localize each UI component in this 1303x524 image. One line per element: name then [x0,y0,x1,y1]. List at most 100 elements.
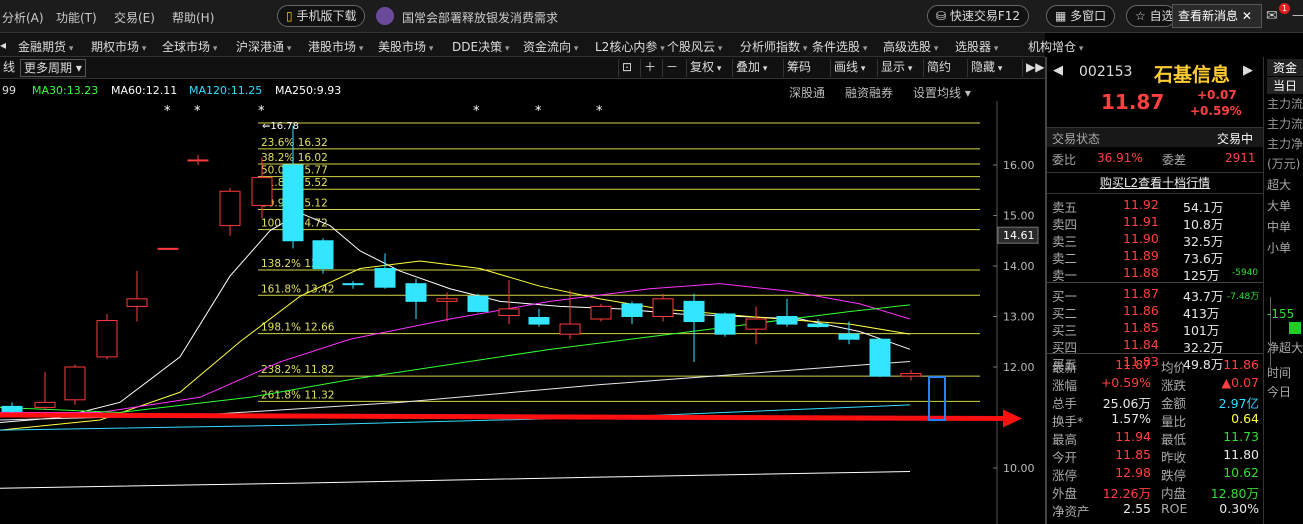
candle-body [1,405,23,412]
candle-body [683,300,705,323]
news-headline[interactable]: 国常会部署释放银发消费需求 [402,9,558,26]
candle-body [312,240,334,270]
multi-window-button[interactable]: ▦ 多窗口 [1046,5,1116,27]
dropdown-arrow-icon: ▾ [800,44,808,54]
fund-flow-item-4: 主力净 [1267,137,1303,151]
more-period-dropdown[interactable]: 更多周期 ▾ [20,59,86,77]
level-price: 11.91 [1123,214,1159,229]
fund-flow-item-0[interactable]: 资金 [1267,59,1303,76]
candle-body [807,323,829,328]
lock-icon[interactable]: ⊡ [618,59,635,77]
nav-item-13[interactable]: 选股器 ▾ [955,38,998,55]
nav-item-7[interactable]: 资金流向 ▾ [523,38,578,55]
nav-item-10[interactable]: 分析师指数 ▾ [740,38,807,55]
dropdown-arrow-icon: ▾ [571,44,579,54]
shenzhen-connect-link[interactable]: 深股通 [789,84,825,101]
trade-status-label: 交易状态 [1052,132,1101,146]
toolbar-button-0[interactable]: 复权 ▾ [686,59,724,77]
nav-item-2[interactable]: 全球市场 ▾ [162,38,217,55]
order-diff-value: 2911 [1225,151,1256,165]
quote-label: 金额 [1161,396,1187,411]
menu-function[interactable]: 功能(T) [56,9,97,26]
nav-item-label: L2核心内参 [595,40,658,54]
candle-body [251,177,273,206]
toolbar-button-2[interactable]: 筹码 [783,59,814,77]
nav-item-11[interactable]: 条件选股 ▾ [812,38,867,55]
mail-badge: 1 [1279,3,1290,14]
margin-trading-link[interactable]: 融资融券 [845,84,893,101]
zoom-in-icon[interactable]: ＋ [640,59,659,77]
nav-item-label: 期权市场 [91,40,140,54]
nav-partial-icon[interactable]: ◂ [0,38,6,52]
quick-trade-button[interactable]: ⛁ 快速交易F12 [927,5,1030,27]
mobile-download-button[interactable]: ▯ 手机版下载 [277,5,366,27]
signal-star-icon: * [194,104,201,119]
nav-item-6[interactable]: DDE决策 ▾ [452,38,509,55]
nav-item-12[interactable]: 高级选股 ▾ [883,38,938,55]
mail-icon[interactable]: ✉ [1266,8,1278,24]
window-icon: ▦ [1055,9,1067,23]
fund-flow-item-7: 大单 [1267,199,1292,213]
toolbar-button-3[interactable]: 画线 ▾ [830,59,868,77]
ma-settings-label: 设置均线 [913,86,962,100]
quote-label: ROE [1161,501,1188,516]
nav-item-5[interactable]: 美股市场 ▾ [378,38,433,55]
quote-label: 外盘 [1052,486,1078,501]
quote-label: 涨幅 [1052,378,1078,393]
toolbar-button-6[interactable]: 隐藏 ▾ [967,59,1005,77]
fund-flow-item-1[interactable]: 当日 [1267,77,1303,94]
nav-item-14[interactable]: 机构增仓 ▾ [1028,38,1083,55]
nav-item-0[interactable]: 金融期货 ▾ [18,38,73,55]
collapse-right-icon[interactable]: ▶▶ [1022,59,1047,77]
toolbar-button-1[interactable]: 叠加 ▾ [732,59,770,77]
quote-value: 12.80万 [1210,486,1259,501]
fund-flow-item-2: 主力流 [1267,97,1303,111]
y-tick-label: 15.00 [1003,210,1035,223]
nav-item-3[interactable]: 沪深港通 ▾ [236,38,291,55]
nav-item-8[interactable]: L2核心内参 ▾ [595,38,665,55]
menu-analysis[interactable]: 分析(A) [2,9,44,26]
toolbar-button-4[interactable]: 显示 ▾ [877,59,915,77]
self-select-button[interactable]: ☆ 自选 [1126,5,1176,27]
period-line-button[interactable]: 线 [0,59,18,77]
minimize-icon[interactable]: — [1292,8,1303,22]
new-message-popup[interactable]: 查看新消息 ✕ [1172,4,1262,28]
ma-prefix: 99 [2,84,16,97]
menu-trade[interactable]: 交易(E) [114,9,155,26]
quote-value: ▲0.07 [1221,375,1259,390]
zoom-out-icon[interactable]: － [662,59,681,77]
nav-item-1[interactable]: 期权市场 ▾ [91,38,146,55]
menu-help[interactable]: 帮助(H) [172,9,214,26]
buy-l2-link[interactable]: 购买L2查看十档行情 [1047,172,1263,194]
quote-row: 最新 11.87 均价 11.86 [1047,357,1263,376]
close-icon[interactable]: ✕ [1242,9,1252,23]
dropdown-arrow-icon: ▾ [210,44,218,54]
fund-flow-item-3: 主力流 [1267,117,1303,131]
candle-body [869,338,891,377]
toolbar-button-5[interactable]: 简约 [923,59,954,77]
fund-flow-item-9: 小单 [1267,241,1292,255]
nav-item-4[interactable]: 港股市场 ▾ [308,38,363,55]
fund-flow-bar [1289,322,1301,334]
fund-flow-panel: 资金 当日 主力流 主力流 主力净 (万元) 超大 大单 中单 小单 -155 净超大 时间 今日 [1263,57,1303,524]
dropdown-arrow-icon: ▾ [139,44,147,54]
ma-settings-link[interactable]: 设置均线 ▾ [913,84,971,101]
mobile-download-label: 手机版下载 [296,9,357,23]
stock-code: 002153 [1079,64,1133,80]
signal-star-icon: * [596,104,603,119]
candle-body [714,313,736,335]
multi-window-label: 多窗口 [1070,9,1107,23]
ma250-line [0,471,911,489]
ma120-label: MA120:11.25 [189,84,263,97]
nav-item-9[interactable]: 个股风云 ▾ [667,38,722,55]
candle-body [374,268,396,288]
fund-flow-item-13: 今日 [1267,385,1292,399]
candle-body [590,305,612,320]
level-price: 11.87 [1123,286,1159,301]
kline-chart[interactable]: 16.00 15.00 14.00 13.00 12.00 10.00 14.61 23.6%… [0,101,1045,524]
red-arrow-line [0,412,1006,422]
quote-label: 最高 [1052,432,1078,447]
next-stock-icon[interactable]: ▶ [1243,63,1253,78]
nav-item-label: 选股器 [955,40,992,54]
prev-stock-icon[interactable]: ◀ [1053,63,1063,78]
